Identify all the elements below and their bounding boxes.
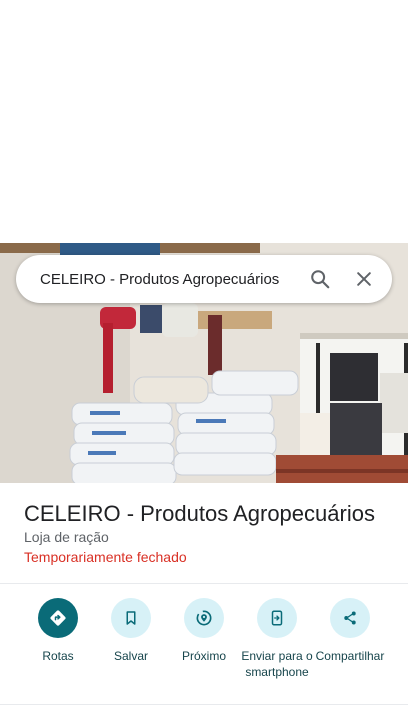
status-badge: Temporariamente fechado [24,549,187,565]
share-label: Compartilhar [315,649,385,663]
nearby-button[interactable]: Próximo [167,598,241,664]
directions-button[interactable]: Rotas [21,598,95,664]
directions-icon [38,598,78,638]
search-icon[interactable] [298,257,342,301]
close-icon[interactable] [342,257,386,301]
place-category: Loja de ração [24,529,109,545]
map-blank-area [0,0,408,243]
place-title: CELEIRO - Produtos Agropecuários [24,501,375,526]
divider [0,583,408,584]
save-label: Salvar [113,649,148,663]
nearby-icon [184,598,224,638]
send-to-phone-button[interactable]: Enviar para o smartphone [240,598,314,680]
bookmark-icon [111,598,151,638]
share-button[interactable]: Compartilhar [313,598,387,664]
send-to-phone-label: Enviar para o smartphone [241,649,313,679]
save-button[interactable]: Salvar [94,598,168,664]
share-icon [330,598,370,638]
search-bar[interactable]: CELEIRO - Produtos Agropecuários [16,255,392,303]
action-bar: Rotas Salvar Próximo Enviar para o smart… [0,598,408,708]
nearby-label: Próximo [181,649,226,663]
divider [0,704,408,705]
directions-label: Rotas [42,649,74,663]
search-input[interactable]: CELEIRO - Produtos Agropecuários [40,271,298,288]
send-to-phone-icon [257,598,297,638]
